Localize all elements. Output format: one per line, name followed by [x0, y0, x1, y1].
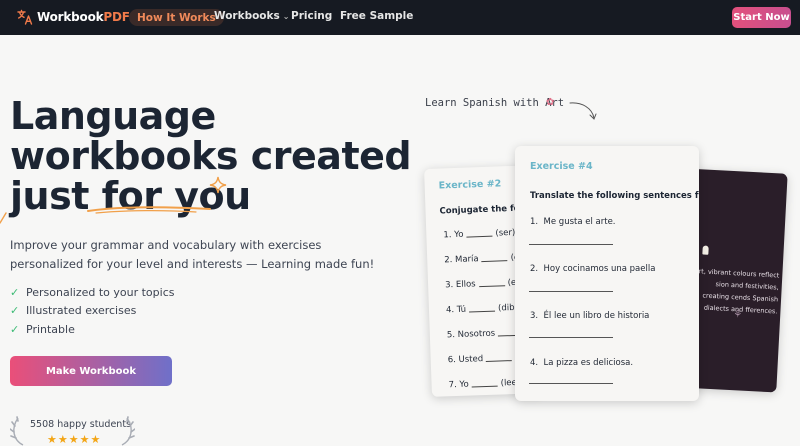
- nav-free-sample[interactable]: Free Sample: [340, 10, 413, 22]
- nav-workbooks[interactable]: Workbooks ⌄: [214, 10, 289, 22]
- laurel-right-icon: [121, 416, 135, 446]
- sparkle-icon: [209, 176, 227, 194]
- happy-students-count: 5508 happy students: [30, 419, 132, 430]
- translation-item: 4. La pizza es deliciosa.: [530, 358, 634, 368]
- exercise-line: 3. Ellos(es: [445, 278, 521, 291]
- figure-illustration: ⚘: [732, 309, 743, 321]
- check-icon: ✓: [10, 322, 20, 336]
- start-now-button[interactable]: Start Now: [732, 7, 791, 28]
- hero-title-line-1: Language: [10, 94, 216, 138]
- translation-item: 2. Hoy cocinamos una paella: [530, 264, 656, 274]
- exercise-line: 7. Yo (lee: [448, 377, 517, 391]
- feature-item: ✓ Printable: [10, 322, 75, 336]
- exercise-line: 4. Tú (dibu: [445, 302, 521, 316]
- answer-line: [529, 244, 613, 245]
- lightbulb-icon: [702, 245, 709, 255]
- handwritten-note: Learn Spanish with Art: [425, 97, 565, 109]
- feature-item: ✓ Illustrated exercises: [10, 304, 137, 318]
- logo-text: WorkbookPDF: [37, 10, 130, 24]
- hero-subtitle: Improve your grammar and vocabulary with…: [10, 238, 375, 271]
- exercise-card-4: Exercise #4 Translate the following sent…: [515, 146, 699, 401]
- rating-stars: ★★★★★: [47, 433, 102, 446]
- edge-decoration: [0, 212, 7, 224]
- card-tag: Exercise #2: [438, 178, 502, 192]
- make-workbook-button[interactable]: Make Workbook: [10, 356, 172, 386]
- hero-title: Language workbooks created just for you: [10, 94, 412, 216]
- laurel-left-icon: [10, 416, 24, 446]
- translate-icon: [17, 9, 33, 25]
- feature-item: ✓ Personalized to your topics: [10, 285, 175, 299]
- translation-item: 3. Él lee un libro de historia: [530, 311, 650, 321]
- top-navbar: WorkbookPDF How It Works Workbooks ⌄ Pric…: [0, 0, 800, 35]
- exercise-line: 2. María(co: [444, 253, 524, 266]
- check-icon: ✓: [10, 285, 20, 299]
- answer-line: [529, 291, 613, 292]
- answer-line: [529, 337, 613, 338]
- nav-workbooks-label: Workbooks: [214, 10, 280, 22]
- logo[interactable]: WorkbookPDF: [17, 9, 130, 25]
- hand-underline-decoration: [87, 206, 211, 214]
- palette-icon: ✿: [546, 97, 555, 108]
- nav-how-it-works-label: How It Works: [137, 11, 216, 24]
- exercise-line: 1. Yo (ser) a: [443, 227, 524, 241]
- social-proof-badge: 5508 happy students ★★★★★: [10, 416, 135, 446]
- answer-line: [529, 383, 613, 384]
- exercise-line: 6. Usted(: [448, 353, 519, 365]
- hero-title-line-2: workbooks created: [10, 134, 412, 178]
- nav-pricing[interactable]: Pricing: [291, 10, 332, 22]
- card-instruction: Translate the following sentences from S…: [530, 191, 699, 201]
- feature-list: ✓ Personalized to your topics ✓ Illustrate…: [10, 283, 174, 339]
- card-tag: Exercise #4: [530, 161, 593, 172]
- check-icon: ✓: [10, 304, 20, 318]
- translation-item: 1. Me gusta el arte.: [530, 217, 616, 227]
- curved-arrow-icon: [569, 102, 597, 120]
- chevron-down-icon: ⌄: [282, 12, 290, 21]
- nav-how-it-works[interactable]: How It Works: [129, 9, 224, 26]
